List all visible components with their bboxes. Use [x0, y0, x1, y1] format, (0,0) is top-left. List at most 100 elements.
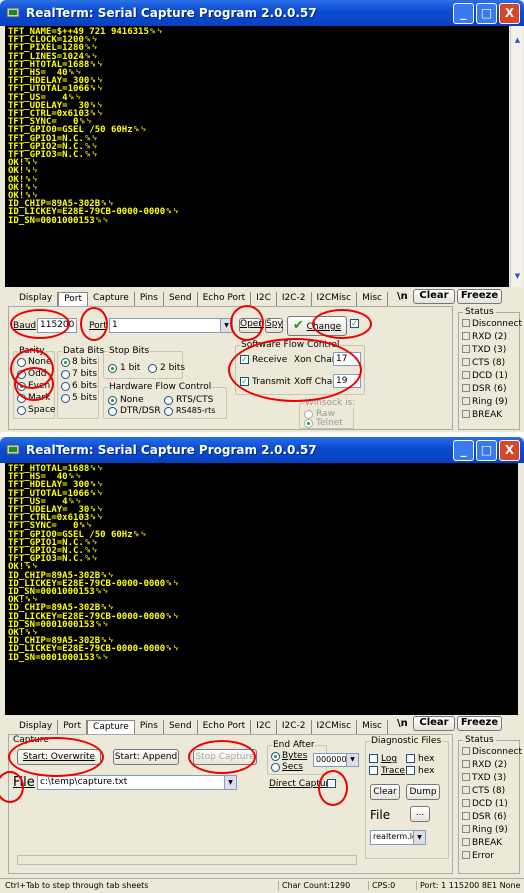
secs-radio[interactable]	[271, 763, 280, 772]
bytes-radio[interactable]	[271, 752, 280, 761]
diagnostic-group: Diagnostic Files Log hex Trace hex Clear…	[365, 736, 449, 859]
close-button[interactable]: X	[499, 440, 520, 461]
newline-button[interactable]: \n	[397, 718, 408, 729]
status-led-icon	[462, 358, 470, 366]
capture-file-select[interactable]: c:\temp\capture.txt ▼	[37, 775, 237, 790]
clear-button[interactable]: Clear	[413, 289, 455, 304]
status-label: Error	[472, 851, 494, 861]
tab-pins[interactable]: Pins	[135, 720, 164, 734]
status-led-icon	[462, 332, 470, 340]
hwflow-none-radio[interactable]	[108, 396, 117, 405]
tab-i2c[interactable]: I2C	[251, 720, 277, 734]
tab-send[interactable]: Send	[164, 720, 198, 734]
stop-capture-button[interactable]: Stop Capture	[193, 749, 257, 765]
freeze-button[interactable]: Freeze	[457, 716, 502, 731]
start-append-button[interactable]: Start: Append	[113, 749, 179, 765]
baud-input[interactable]: 115200	[37, 318, 77, 333]
xon-input[interactable]: 17	[333, 352, 361, 366]
chevron-down-icon[interactable]: ▼	[224, 776, 236, 789]
trace-checkbox[interactable]	[369, 766, 378, 775]
change-checkbox[interactable]: ✓	[350, 319, 359, 328]
parity-radio-3[interactable]	[17, 394, 26, 403]
scroll-up-icon[interactable]: ▲	[512, 36, 523, 46]
realterm-window-port: RealTerm: Serial Capture Program 2.0.0.5…	[0, 0, 524, 432]
tab-port[interactable]: Port	[58, 292, 89, 306]
tab-echo-port[interactable]: Echo Port	[198, 720, 252, 734]
tab-i2c-2[interactable]: I2C-2	[277, 720, 312, 734]
tab-pins[interactable]: Pins	[135, 292, 164, 306]
minimize-button[interactable]: _	[453, 440, 474, 461]
transmit-checkbox[interactable]: ✓	[240, 377, 249, 386]
chevron-down-icon[interactable]: ▼	[346, 754, 358, 766]
direct-capture-checkbox[interactable]	[327, 779, 336, 788]
status-label: BREAK	[472, 410, 503, 420]
tab-display[interactable]: Display	[14, 292, 59, 306]
winsock-telnet-radio[interactable]	[304, 419, 313, 428]
minimize-button[interactable]: _	[453, 3, 474, 24]
diag-clear-button[interactable]: Clear	[370, 784, 400, 800]
parity-group: Parity None Odd Even Mark Space	[13, 346, 56, 419]
close-button[interactable]: X	[499, 3, 520, 24]
log-file-select[interactable]: realterm.log ▼	[370, 830, 426, 845]
change-button[interactable]: ✔ Change	[287, 316, 347, 336]
status-indicator: TXD (3)	[462, 773, 506, 783]
freeze-button[interactable]: Freeze	[457, 289, 502, 304]
receive-checkbox[interactable]: ✓	[240, 355, 249, 364]
scroll-down-icon[interactable]: ▼	[512, 272, 523, 282]
parity-radio-0[interactable]	[17, 358, 26, 367]
parity-radio-4[interactable]	[17, 406, 26, 415]
newline-button[interactable]: \n	[397, 291, 408, 302]
status-label: DCD (1)	[472, 371, 508, 381]
dump-button[interactable]: Dump	[406, 784, 440, 800]
clear-button[interactable]: Clear	[413, 716, 455, 731]
databits-radio-2[interactable]	[61, 382, 70, 391]
browse-button[interactable]: ...	[410, 806, 430, 822]
port-select[interactable]: 1 ▼	[109, 318, 233, 333]
terminal-display[interactable]: TFT_HTOTAL=1688␍␊ TFT_HS= 40␍␊ TFT_HDELAY=…	[5, 463, 518, 715]
terminal-display[interactable]: TFT_NAME=$++49 721 9416315␍␊ TFT_CLOCK=12…	[5, 26, 509, 287]
tab-misc[interactable]: Misc	[357, 720, 388, 734]
stopbits-2-radio[interactable]	[148, 364, 157, 373]
parity-radio-1[interactable]	[17, 370, 26, 379]
stopbits-1-radio[interactable]	[108, 364, 117, 373]
tab-port[interactable]: Port	[58, 720, 88, 734]
winsock-telnet-label: Telnet	[316, 418, 343, 428]
title-bar[interactable]: RealTerm: Serial Capture Program 2.0.0.5…	[0, 0, 524, 26]
log-checkbox[interactable]	[369, 754, 378, 763]
chevron-down-icon[interactable]: ▼	[220, 319, 232, 332]
start-overwrite-button[interactable]: Start: Overwrite	[17, 749, 101, 765]
chevron-down-icon[interactable]: ▼	[413, 831, 425, 844]
hwflow-rs485-radio[interactable]	[164, 407, 173, 416]
file-label: File	[13, 775, 35, 790]
tab-i2c[interactable]: I2C	[251, 292, 277, 306]
bytes-input[interactable]: 0000000 ▼	[313, 753, 359, 767]
tab-misc[interactable]: Misc	[357, 292, 388, 306]
log-hex-checkbox[interactable]	[406, 754, 415, 763]
terminal-scrollbar[interactable]: ▲ ▼	[510, 26, 523, 287]
tab-i2cmisc[interactable]: I2CMisc	[312, 292, 358, 306]
open-button[interactable]: Open	[239, 318, 264, 333]
tab-send[interactable]: Send	[164, 292, 198, 306]
tab-i2c-2[interactable]: I2C-2	[277, 292, 312, 306]
xoff-input[interactable]: 19	[333, 374, 361, 388]
title-bar[interactable]: RealTerm: Serial Capture Program 2.0.0.5…	[0, 437, 524, 463]
tab-display[interactable]: Display	[14, 720, 59, 734]
tab-i2cmisc[interactable]: I2CMisc	[312, 720, 358, 734]
databits-radio-1[interactable]	[61, 370, 70, 379]
tab-capture[interactable]: Capture	[88, 292, 135, 306]
tab-capture[interactable]: Capture	[87, 720, 135, 734]
parity-radio-2[interactable]	[17, 382, 26, 391]
trace-hex-checkbox[interactable]	[406, 766, 415, 775]
winsock-raw-radio[interactable]	[304, 410, 313, 419]
maximize-button[interactable]: □	[476, 440, 497, 461]
databits-radio-3[interactable]	[61, 394, 70, 403]
hwflow-rtscts-radio[interactable]	[164, 396, 173, 405]
bytes-label: Bytes	[282, 751, 308, 761]
databits-radio-0[interactable]	[61, 358, 70, 367]
spy-button[interactable]: Spy	[265, 318, 283, 333]
hwflow-dtrdsr-radio[interactable]	[108, 407, 117, 416]
maximize-button[interactable]: □	[476, 3, 497, 24]
parity-label-4: Space	[28, 405, 56, 415]
status-led-icon	[462, 410, 470, 418]
tab-echo-port[interactable]: Echo Port	[198, 292, 252, 306]
